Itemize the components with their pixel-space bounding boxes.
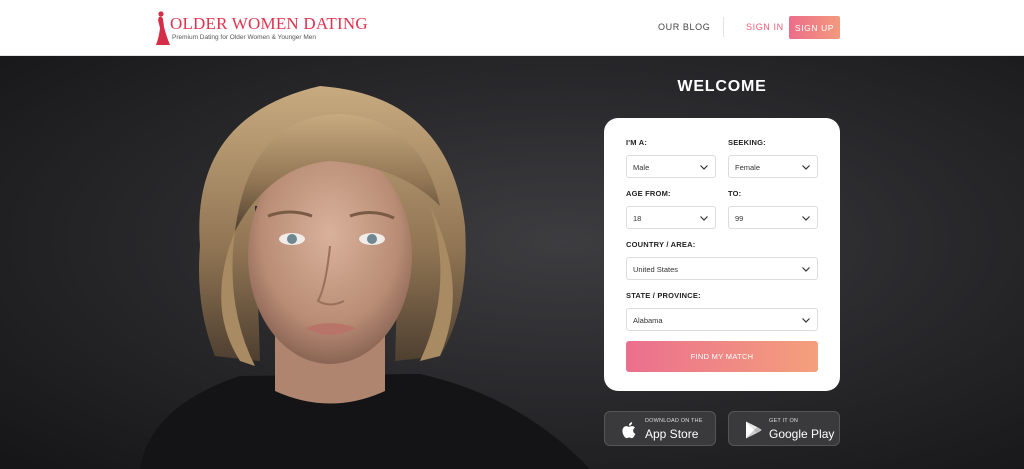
chevron-down-icon bbox=[802, 165, 810, 170]
sign-in-link[interactable]: SIGN IN bbox=[746, 22, 784, 32]
iam-select-value: Male bbox=[633, 163, 650, 172]
country-label: COUNTRY / AREA: bbox=[626, 240, 696, 249]
state-label: STATE / PROVINCE: bbox=[626, 291, 701, 300]
age-from-select[interactable]: 18 bbox=[626, 206, 716, 229]
state-select[interactable]: Alabama bbox=[626, 308, 818, 331]
google-play-icon bbox=[746, 421, 762, 439]
hero-section: WELCOME I'M A: SEEKING: Male Female AGE … bbox=[0, 56, 1024, 469]
age-to-select-value: 99 bbox=[735, 214, 744, 223]
sign-up-button[interactable]: SIGN UP bbox=[789, 16, 840, 39]
state-select-value: Alabama bbox=[633, 316, 663, 325]
hero-portrait-image bbox=[140, 86, 590, 469]
chevron-down-icon bbox=[700, 165, 708, 170]
google-play-small-text: GET IT ON bbox=[769, 418, 799, 424]
age-from-select-value: 18 bbox=[633, 214, 642, 223]
seeking-select[interactable]: Female bbox=[728, 155, 818, 178]
nav-blog-link[interactable]: OUR BLOG bbox=[658, 22, 710, 32]
logo-title: OLDER WOMEN DATING bbox=[170, 14, 368, 33]
app-store-big-text: App Store bbox=[645, 427, 699, 441]
country-select[interactable]: United States bbox=[626, 257, 818, 280]
logo-tagline: Premium Dating for Older Women & Younger… bbox=[172, 34, 317, 41]
age-from-label: AGE FROM: bbox=[626, 189, 671, 198]
age-to-label: TO: bbox=[728, 189, 742, 198]
app-store-button[interactable]: DOWNLOAD ON THE App Store bbox=[604, 411, 716, 446]
app-store-small-text: DOWNLOAD ON THE bbox=[645, 418, 703, 424]
find-my-match-button[interactable]: FIND MY MATCH bbox=[626, 341, 818, 372]
google-play-button[interactable]: GET IT ON Google Play bbox=[728, 411, 840, 446]
apple-icon bbox=[622, 422, 636, 439]
site-logo[interactable]: OLDER WOMEN DATING Premium Dating for Ol… bbox=[152, 9, 368, 47]
chevron-down-icon bbox=[700, 216, 708, 221]
search-form-card: I'M A: SEEKING: Male Female AGE FROM: TO… bbox=[604, 118, 840, 391]
chevron-down-icon bbox=[802, 318, 810, 323]
chevron-down-icon bbox=[802, 267, 810, 272]
seeking-select-value: Female bbox=[735, 163, 761, 172]
age-to-select[interactable]: 99 bbox=[728, 206, 818, 229]
google-play-big-text: Google Play bbox=[769, 427, 835, 441]
site-header: OLDER WOMEN DATING Premium Dating for Ol… bbox=[0, 0, 1024, 56]
country-select-value: United States bbox=[633, 265, 679, 274]
nav-divider bbox=[723, 17, 724, 37]
seeking-label: SEEKING: bbox=[728, 138, 766, 147]
chevron-down-icon bbox=[802, 216, 810, 221]
iam-select[interactable]: Male bbox=[626, 155, 716, 178]
welcome-heading: WELCOME bbox=[677, 78, 767, 95]
iam-label: I'M A: bbox=[626, 138, 648, 147]
